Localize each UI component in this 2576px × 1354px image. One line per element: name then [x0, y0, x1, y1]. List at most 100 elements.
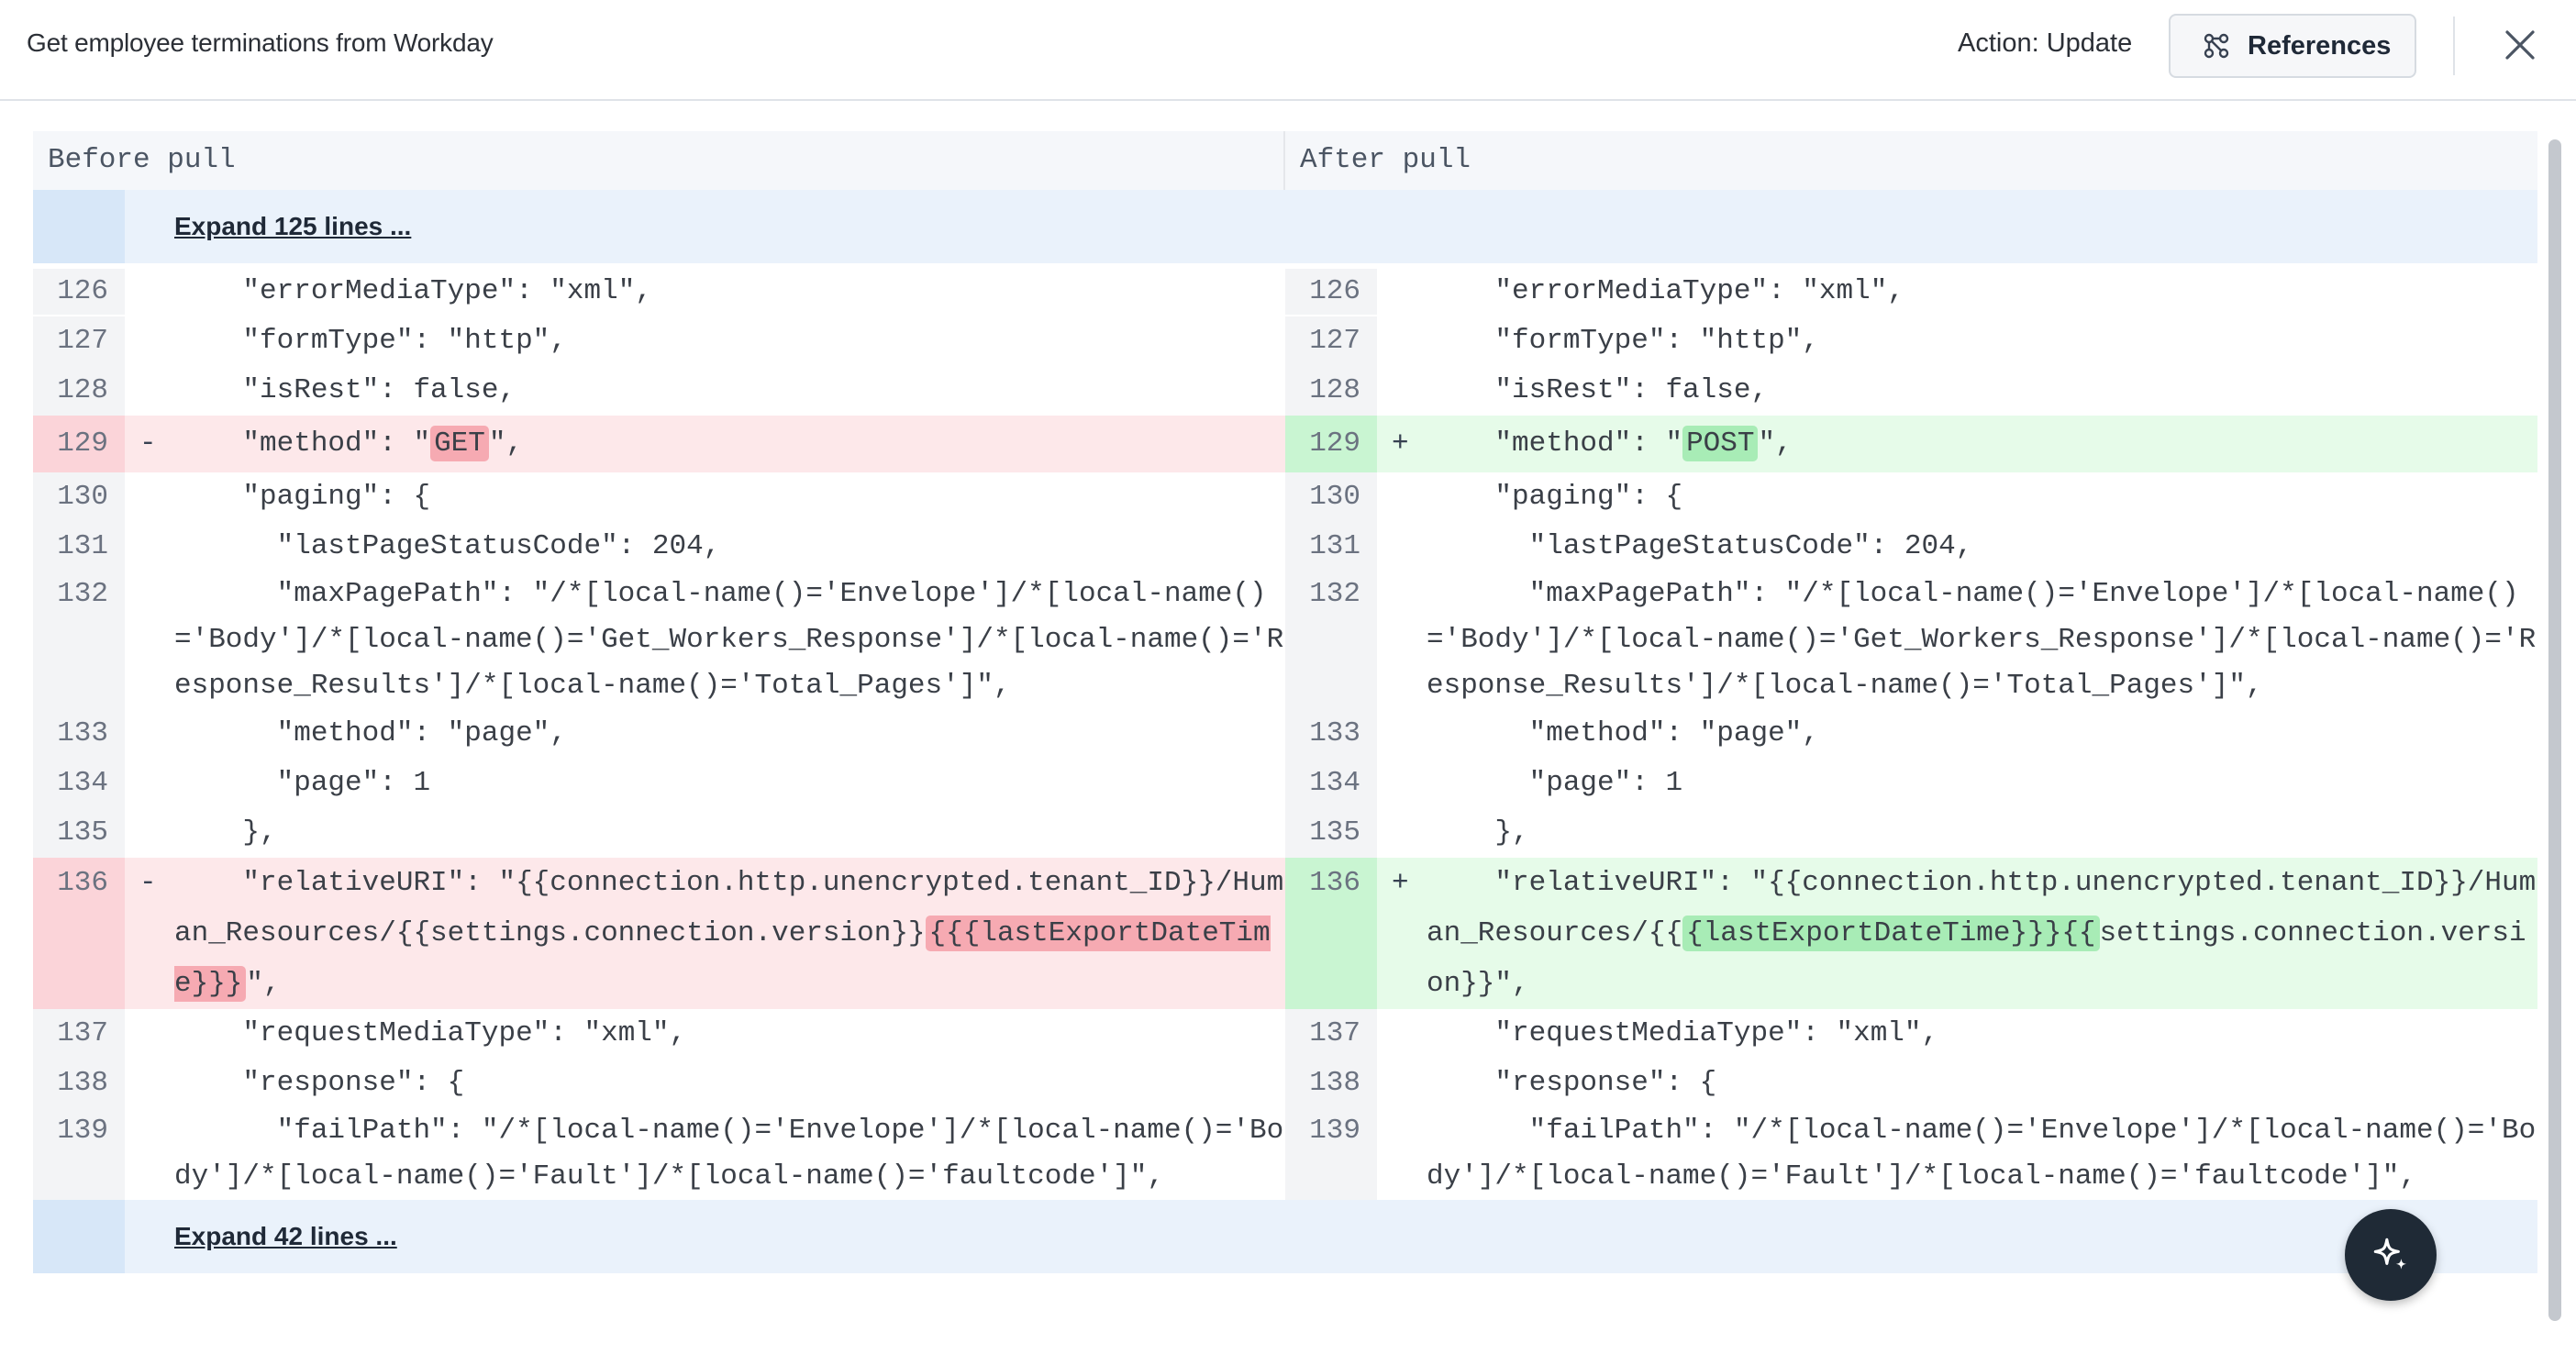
line-number: 138 — [33, 1059, 125, 1108]
line-number: 130 — [33, 472, 125, 522]
code-text: "response": { — [174, 1067, 465, 1099]
line-number: 138 — [1285, 1059, 1377, 1108]
expand-gutter — [33, 1200, 125, 1273]
added-highlight: {lastExportDateTime}}}{{ — [1682, 916, 2100, 951]
line-number: 137 — [1285, 1009, 1377, 1059]
after-pull-header: After pull — [1300, 144, 1471, 176]
line-number: 126 — [1285, 269, 1377, 315]
code-text: "lastPageStatusCode": 204, — [174, 530, 721, 562]
expand-bottom-row: Expand 42 lines ... — [33, 1200, 2537, 1273]
line-number: 131 — [33, 522, 125, 572]
line-number: 130 — [1285, 472, 1377, 522]
line-number: 132 — [1285, 572, 1377, 709]
code-text: }, — [1427, 816, 1529, 849]
line-number: 136 — [1285, 858, 1377, 1009]
dialog-header: Get employee terminations from Workday A… — [0, 0, 2576, 101]
expand-bottom-link[interactable]: Expand 42 lines ... — [125, 1200, 397, 1273]
before-line: 126 "errorMediaType": "xml", — [33, 269, 1285, 315]
diff-row: 135 }, 135 }, — [33, 808, 2537, 858]
code-text: "formType": "http", — [1427, 325, 1819, 357]
diff-row: 128 "isRest": false, 128 "isRest": false… — [33, 366, 2537, 416]
after-line: 126 "errorMediaType": "xml", — [1285, 269, 2537, 315]
diff-row: 133 "method": "page", 133 "method": "pag… — [33, 709, 2537, 759]
diff-row: 137 "requestMediaType": "xml", 137 "requ… — [33, 1009, 2537, 1059]
sparkle-icon — [2373, 1237, 2407, 1270]
diff-view: Before pull After pull Expand 125 lines … — [33, 131, 2537, 1273]
after-line: 139 "failPath": "/*[local-name()='Envelo… — [1285, 1108, 2537, 1200]
line-number: 129 — [1285, 416, 1377, 472]
after-line-added: 129 + "method": " POST ", — [1285, 416, 2537, 472]
line-number: 131 — [1285, 522, 1377, 572]
before-line: 127 "formType": "http", — [33, 316, 1285, 366]
before-line: 128 "isRest": false, — [33, 366, 1285, 416]
before-line: 134 "page": 1 — [33, 759, 1285, 808]
line-number: 139 — [33, 1108, 125, 1200]
line-number: 128 — [1285, 366, 1377, 416]
line-number: 135 — [33, 808, 125, 858]
line-number: 135 — [1285, 808, 1377, 858]
diff-column-headers: Before pull After pull — [33, 131, 2537, 190]
code-text: "page": 1 — [174, 767, 431, 799]
diff-row: 131 "lastPageStatusCode": 204, 131 "last… — [33, 522, 2537, 572]
code-text: "errorMediaType": "xml", — [1427, 275, 1904, 307]
diff-row-changed: 136 - "relativeURI": "{{connection.http.… — [33, 858, 2537, 1009]
before-line: 135 }, — [33, 808, 1285, 858]
code-text: "maxPagePath": "/*[local-name()='Envelop… — [1427, 578, 2537, 702]
line-number: 134 — [33, 759, 125, 808]
line-number: 133 — [1285, 709, 1377, 759]
expand-top-link[interactable]: Expand 125 lines ... — [125, 190, 411, 263]
line-number: 127 — [33, 316, 125, 366]
code-text: "errorMediaType": "xml", — [174, 275, 652, 307]
line-number: 137 — [33, 1009, 125, 1059]
after-line: 128 "isRest": false, — [1285, 366, 2537, 416]
line-number: 133 — [33, 709, 125, 759]
before-pull-header: Before pull — [33, 131, 1285, 190]
close-button[interactable] — [2501, 26, 2539, 64]
diff-row: 132 "maxPagePath": "/*[local-name()='Env… — [33, 572, 2537, 709]
after-line: 131 "lastPageStatusCode": 204, — [1285, 522, 2537, 572]
line-number: 126 — [33, 269, 125, 315]
before-line-deleted: 129 - "method": " GET ", — [33, 416, 1285, 472]
code-text: "method": " POST ", — [1427, 426, 1793, 461]
code-text: "failPath": "/*[local-name()='Envelope']… — [174, 1115, 1284, 1193]
before-line: 137 "requestMediaType": "xml", — [33, 1009, 1285, 1059]
code-text: }, — [174, 816, 277, 849]
line-number: 132 — [33, 572, 125, 709]
line-number: 139 — [1285, 1108, 1377, 1200]
ai-assistant-button[interactable] — [2345, 1209, 2437, 1301]
after-line-added: 136 + "relativeURI": "{{connection.http.… — [1285, 858, 2537, 1009]
before-line: 131 "lastPageStatusCode": 204, — [33, 522, 1285, 572]
code-text: "relativeURI": "{{connection.http.unencr… — [1427, 867, 2537, 1000]
addition-marker: + — [1392, 427, 1409, 460]
code-text: "method": "page", — [174, 717, 567, 749]
code-text: "formType": "http", — [174, 325, 567, 357]
code-text: "requestMediaType": "xml", — [174, 1017, 687, 1049]
code-text: "paging": { — [174, 481, 431, 513]
after-line: 130 "paging": { — [1285, 472, 2537, 522]
after-line: 138 "response": { — [1285, 1059, 2537, 1108]
code-text: "isRest": false, — [174, 374, 516, 406]
code-text: "paging": { — [1427, 481, 1683, 513]
before-line: 139 "failPath": "/*[local-name()='Envelo… — [33, 1108, 1285, 1200]
line-number: 136 — [33, 858, 125, 1009]
diff-row: 138 "response": { 138 "response": { — [33, 1059, 2537, 1108]
after-line: 133 "method": "page", — [1285, 709, 2537, 759]
code-text: "response": { — [1427, 1067, 1717, 1099]
vertical-scrollbar[interactable] — [2548, 139, 2561, 1321]
before-line: 130 "paging": { — [33, 472, 1285, 522]
diff-row: 139 "failPath": "/*[local-name()='Envelo… — [33, 1108, 2537, 1200]
references-button[interactable]: References — [2169, 14, 2416, 78]
deletion-marker: - — [139, 867, 157, 899]
references-label: References — [2248, 30, 2392, 61]
diff-row: 134 "page": 1 134 "page": 1 — [33, 759, 2537, 808]
line-number: 127 — [1285, 316, 1377, 366]
before-line: 132 "maxPagePath": "/*[local-name()='Env… — [33, 572, 1285, 709]
after-line: 134 "page": 1 — [1285, 759, 2537, 808]
references-icon — [2204, 33, 2229, 59]
diff-row: 130 "paging": { 130 "paging": { — [33, 472, 2537, 522]
diff-row-changed: 129 - "method": " GET ", 129 + "method": "… — [33, 416, 2537, 472]
after-line: 137 "requestMediaType": "xml", — [1285, 1009, 2537, 1059]
line-number: 128 — [33, 366, 125, 416]
expand-gutter — [33, 190, 125, 263]
line-number: 134 — [1285, 759, 1377, 808]
